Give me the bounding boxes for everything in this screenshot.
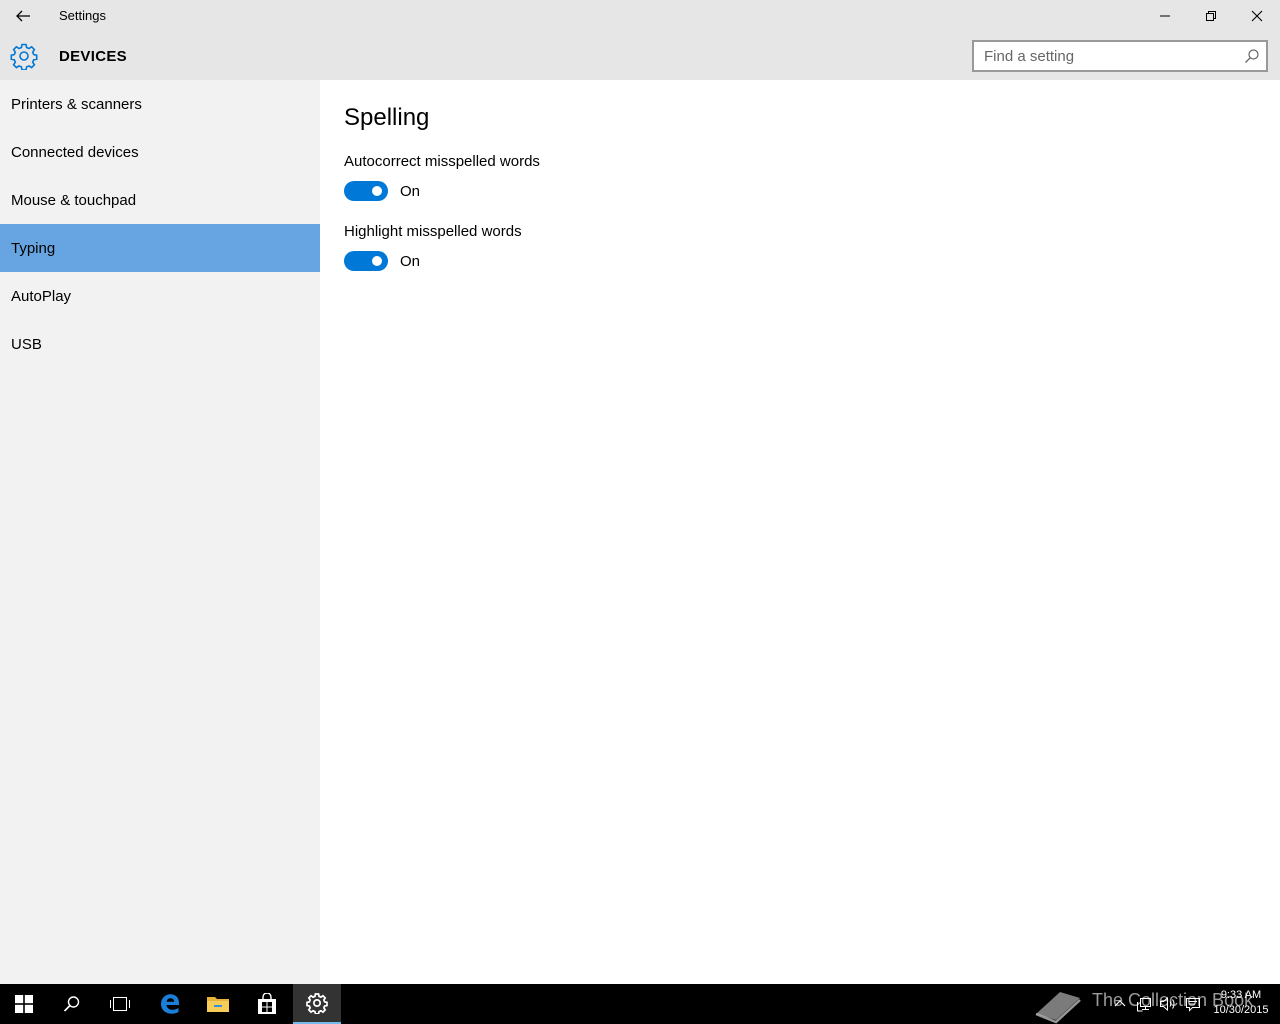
store-icon: [258, 993, 276, 1014]
task-view-button[interactable]: [96, 984, 144, 1024]
back-button[interactable]: [0, 0, 46, 32]
file-explorer-button[interactable]: [194, 984, 242, 1024]
sidebar-item-label: Printers & scanners: [11, 95, 142, 113]
sidebar-item-autoplay[interactable]: AutoPlay: [0, 272, 320, 320]
volume-icon: [1160, 996, 1175, 1012]
page-title: Spelling: [344, 104, 430, 131]
clock-date: 10/30/2015: [1213, 1004, 1269, 1016]
windows-start-icon: [15, 995, 33, 1013]
highlight-label: Highlight misspelled words: [344, 223, 522, 240]
network-button[interactable]: [1134, 994, 1154, 1014]
edge-icon: [161, 994, 179, 1014]
search-icon: [63, 996, 80, 1012]
toggle-knob: [372, 256, 382, 266]
arrow-left-icon: [16, 10, 30, 22]
settings-taskbar-button[interactable]: [293, 984, 341, 1024]
section-title: DEVICES: [59, 48, 127, 65]
highlight-toggle[interactable]: [344, 251, 388, 271]
sidebar-item-label: Typing: [11, 239, 56, 257]
edge-button[interactable]: [146, 984, 194, 1024]
taskbar-clock[interactable]: 9:33 AM 10/30/2015: [1208, 988, 1274, 1018]
sidebar-item-usb[interactable]: USB: [0, 320, 320, 368]
action-center-icon: [1186, 998, 1200, 1012]
sidebar-item-label: Mouse & touchpad: [11, 191, 137, 209]
sidebar-item-connected-devices[interactable]: Connected devices: [0, 128, 320, 176]
main-content: Spelling Autocorrect misspelled words On…: [320, 80, 1280, 984]
autocorrect-toggle[interactable]: [344, 181, 388, 201]
sidebar-item-printers-scanners[interactable]: Printers & scanners: [0, 80, 320, 128]
show-hidden-icons-button[interactable]: [1110, 994, 1130, 1014]
restore-icon: [1206, 11, 1216, 21]
close-icon: [1251, 10, 1263, 22]
minimize-button[interactable]: [1142, 0, 1188, 32]
task-view-icon: [110, 997, 130, 1011]
start-button[interactable]: [0, 984, 48, 1024]
taskbar: The Collection Book 9:33 AM 10/30/2015: [0, 984, 1280, 1024]
clock-time: 9:33 AM: [1220, 989, 1262, 1001]
settings-icon: [306, 993, 328, 1014]
toggle-knob: [372, 186, 382, 196]
sidebar-item-label: AutoPlay: [11, 287, 72, 305]
window-title: Settings: [59, 8, 106, 23]
autocorrect-label: Autocorrect misspelled words: [344, 153, 540, 170]
search-box[interactable]: [972, 40, 1268, 72]
sidebar-item-typing[interactable]: Typing: [0, 224, 320, 272]
taskbar-search-button[interactable]: [48, 984, 96, 1024]
chevron-up-icon: [1114, 1000, 1126, 1007]
gear-icon: [10, 43, 38, 70]
file-explorer-icon: [207, 997, 229, 1012]
minimize-icon: [1160, 15, 1170, 17]
volume-button[interactable]: [1158, 994, 1178, 1014]
title-bar: Settings: [0, 0, 1280, 32]
restore-button[interactable]: [1188, 0, 1234, 32]
sidebar-item-mouse-touchpad[interactable]: Mouse & touchpad: [0, 176, 320, 224]
highlight-state: On: [400, 253, 421, 270]
sidebar: Printers & scanners Connected devices Mo…: [0, 80, 320, 984]
sidebar-item-label: USB: [11, 335, 42, 353]
book-logo-icon: [1035, 992, 1081, 1024]
settings-header: DEVICES: [0, 32, 1280, 80]
action-center-button[interactable]: [1183, 994, 1203, 1014]
sidebar-item-label: Connected devices: [11, 143, 139, 161]
autocorrect-state: On: [400, 183, 421, 200]
store-button[interactable]: [243, 984, 291, 1024]
network-icon: [1137, 998, 1151, 1012]
search-icon[interactable]: [1244, 48, 1260, 64]
search-input[interactable]: [974, 42, 1234, 70]
close-button[interactable]: [1234, 0, 1280, 32]
